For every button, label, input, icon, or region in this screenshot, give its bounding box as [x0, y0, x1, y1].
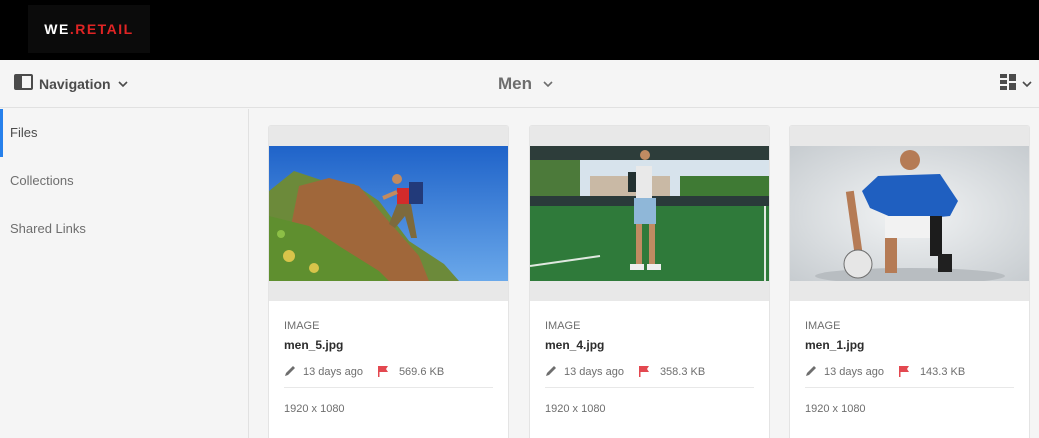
asset-dimensions: 1920 x 1080	[545, 403, 606, 415]
asset-meta: 13 days ago 143.3 KB	[805, 364, 965, 380]
pencil-icon	[284, 365, 296, 380]
asset-meta: 13 days ago 358.3 KB	[545, 364, 705, 380]
asset-size: 143.3 KB	[919, 366, 966, 378]
sidebar-item-shared-links[interactable]: Shared Links	[0, 205, 248, 253]
pencil-icon	[545, 365, 557, 380]
asset-dimensions: 1920 x 1080	[805, 403, 866, 415]
asset-grid: IMAGE men_5.jpg 13 days ago 569.6 KB 192…	[250, 109, 1039, 438]
asset-modified: 13 days ago	[824, 366, 884, 378]
asset-modified: 13 days ago	[564, 366, 624, 378]
asset-modified: 13 days ago	[303, 366, 363, 378]
chevron-down-icon	[117, 75, 129, 93]
sidebar-item-label: Shared Links	[10, 221, 86, 236]
folder-title-button[interactable]: Men	[498, 74, 554, 94]
asset-name[interactable]: men_5.jpg	[284, 338, 343, 352]
asset-card[interactable]: IMAGE men_5.jpg 13 days ago 569.6 KB 192…	[268, 125, 509, 438]
asset-thumbnail-frame	[530, 126, 769, 301]
grid-view-icon	[999, 73, 1017, 96]
action-bar: Navigation Men	[0, 60, 1039, 108]
view-switcher-button[interactable]	[999, 73, 1033, 96]
navigation-label: Navigation	[39, 76, 111, 92]
asset-meta: 13 days ago 569.6 KB	[284, 364, 444, 380]
asset-type: IMAGE	[284, 320, 320, 332]
pencil-icon	[805, 365, 817, 380]
card-divider	[805, 387, 1014, 388]
asset-thumbnail[interactable]	[530, 146, 769, 281]
sidebar-item-label: Files	[10, 125, 38, 140]
sidebar-panel-icon	[14, 73, 33, 95]
we-retail-logo[interactable]: WE. RETAIL	[28, 5, 150, 53]
top-bar: WE. RETAIL	[0, 0, 1039, 60]
sidebar-item-collections[interactable]: Collections	[0, 157, 248, 205]
card-divider	[545, 387, 754, 388]
logo-prefix: WE	[44, 21, 70, 37]
flag-icon	[638, 365, 650, 380]
asset-dimensions: 1920 x 1080	[284, 403, 345, 415]
asset-type: IMAGE	[805, 320, 841, 332]
chevron-down-icon	[1021, 75, 1033, 93]
logo-suffix: RETAIL	[75, 21, 134, 37]
asset-thumbnail[interactable]	[269, 146, 508, 281]
chevron-down-icon	[542, 75, 554, 93]
flag-icon	[377, 365, 389, 380]
asset-thumbnail-frame	[790, 126, 1029, 301]
asset-card[interactable]: IMAGE men_4.jpg 13 days ago 358.3 KB 192…	[529, 125, 770, 438]
asset-thumbnail[interactable]	[790, 146, 1029, 281]
asset-size: 358.3 KB	[659, 366, 706, 378]
asset-size: 569.6 KB	[398, 366, 445, 378]
sidebar-item-label: Collections	[10, 173, 74, 188]
card-divider	[284, 387, 493, 388]
folder-title: Men	[498, 74, 532, 93]
asset-thumbnail-frame	[269, 126, 508, 301]
flag-icon	[898, 365, 910, 380]
asset-name[interactable]: men_1.jpg	[805, 338, 864, 352]
asset-type: IMAGE	[545, 320, 581, 332]
asset-name[interactable]: men_4.jpg	[545, 338, 604, 352]
navigation-toggle-button[interactable]: Navigation	[14, 73, 129, 95]
asset-card[interactable]: IMAGE men_1.jpg 13 days ago 143.3 KB 192…	[789, 125, 1030, 438]
sidebar-item-files[interactable]: Files	[0, 109, 248, 157]
left-rail: Files Collections Shared Links	[0, 109, 249, 438]
